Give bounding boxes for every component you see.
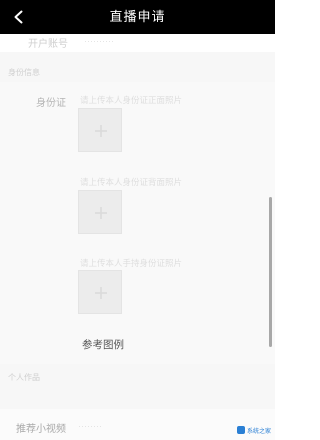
plus-icon [95, 125, 107, 137]
reference-example-link[interactable]: 参考图例 [82, 337, 124, 352]
id-card-label: 身份证 [36, 98, 66, 109]
watermark-logo: 系统之家 [236, 424, 271, 436]
upload-hint-back: 请上传本人身份证背面照片 [80, 177, 183, 187]
recommended-video-label: 推荐小视频 [16, 424, 66, 435]
chevron-left-icon [14, 10, 23, 24]
account-value: ·········· [84, 36, 114, 46]
upload-handheld-button[interactable] [78, 270, 122, 314]
upload-hint-handheld: 请上传本人手持身份证照片 [80, 258, 183, 268]
top-nav-bar: 直播申请 [0, 0, 275, 34]
account-label: 开户账号 [28, 39, 68, 50]
watermark-text: 系统之家 [246, 428, 271, 435]
recommended-video-value: ········ [78, 421, 102, 431]
plus-icon [95, 287, 107, 299]
logo-icon [236, 426, 245, 434]
upload-hint-front: 请上传本人身份证正面照片 [80, 95, 183, 105]
account-row: 开户账号 ·········· [0, 34, 275, 52]
scrollbar[interactable] [269, 197, 272, 347]
upload-front-button[interactable] [78, 108, 122, 152]
page-title: 直播申请 [109, 9, 166, 24]
section-label-identity: 身份信息 [8, 68, 40, 77]
plus-icon [95, 207, 107, 219]
back-button[interactable] [6, 4, 32, 30]
recommended-video-row[interactable]: 推荐小视频 ········ [0, 409, 275, 440]
upload-back-button[interactable] [78, 190, 122, 234]
identity-card [0, 82, 275, 364]
section-label-works: 个人作品 [8, 373, 40, 382]
form-content: 开户账号 ·········· 身份信息 身份证 请上传本人身份证正面照片 请上… [0, 34, 275, 440]
